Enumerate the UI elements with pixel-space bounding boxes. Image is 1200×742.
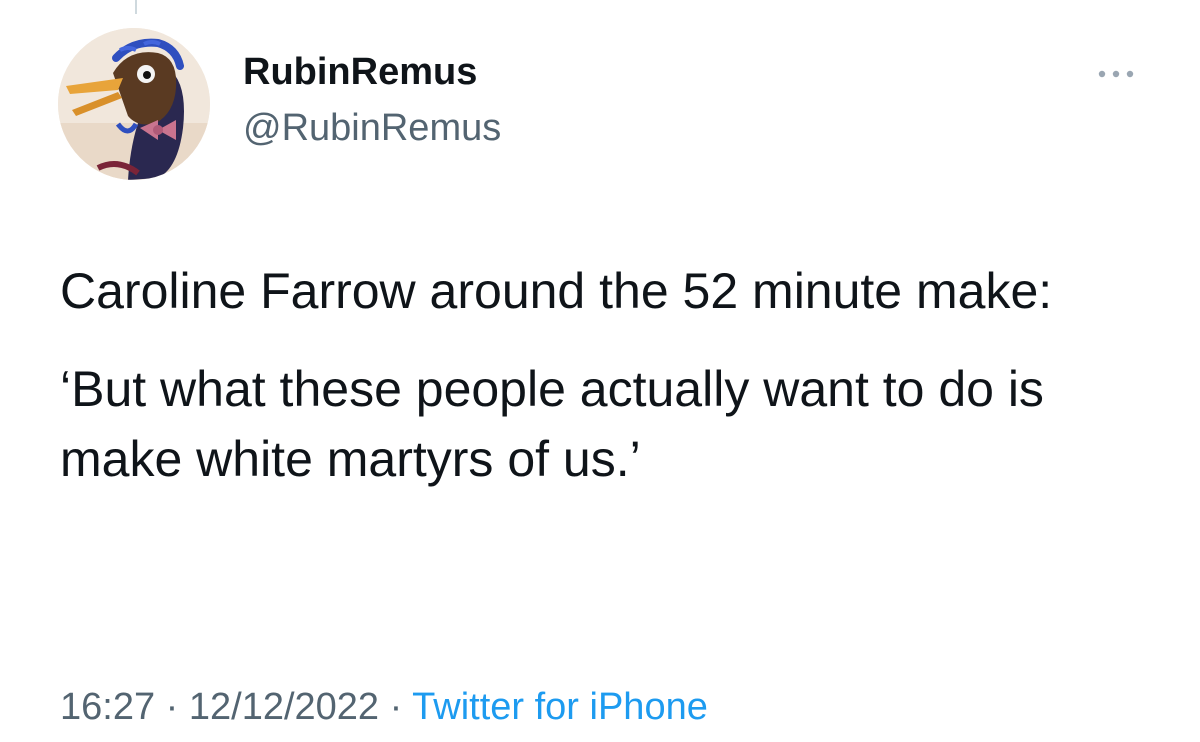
- tweet-date[interactable]: 12/12/2022: [189, 686, 379, 728]
- tweet-time[interactable]: 16:27: [60, 686, 155, 728]
- tweet-metadata: 16:27 · 12/12/2022 · Twitter for iPhone: [60, 684, 708, 730]
- tweet-text: Caroline Farrow around the 52 minute mak…: [60, 256, 1160, 494]
- user-handle[interactable]: @RubinRemus: [243, 106, 501, 150]
- tweet-paragraph: Caroline Farrow around the 52 minute mak…: [60, 263, 1053, 319]
- avatar[interactable]: [58, 28, 210, 180]
- display-name[interactable]: RubinRemus: [243, 50, 477, 94]
- more-options-button[interactable]: [1088, 54, 1144, 94]
- thread-connector-line: [135, 0, 137, 14]
- tweet-source-link[interactable]: Twitter for iPhone: [412, 686, 708, 728]
- meta-separator: ·: [165, 686, 179, 728]
- tweet-paragraph: ‘But what these people actually want to …: [60, 361, 1044, 487]
- more-horizontal-icon: [1098, 70, 1134, 78]
- meta-separator: ·: [389, 686, 403, 728]
- puppet-bird-avatar-image: [58, 28, 210, 180]
